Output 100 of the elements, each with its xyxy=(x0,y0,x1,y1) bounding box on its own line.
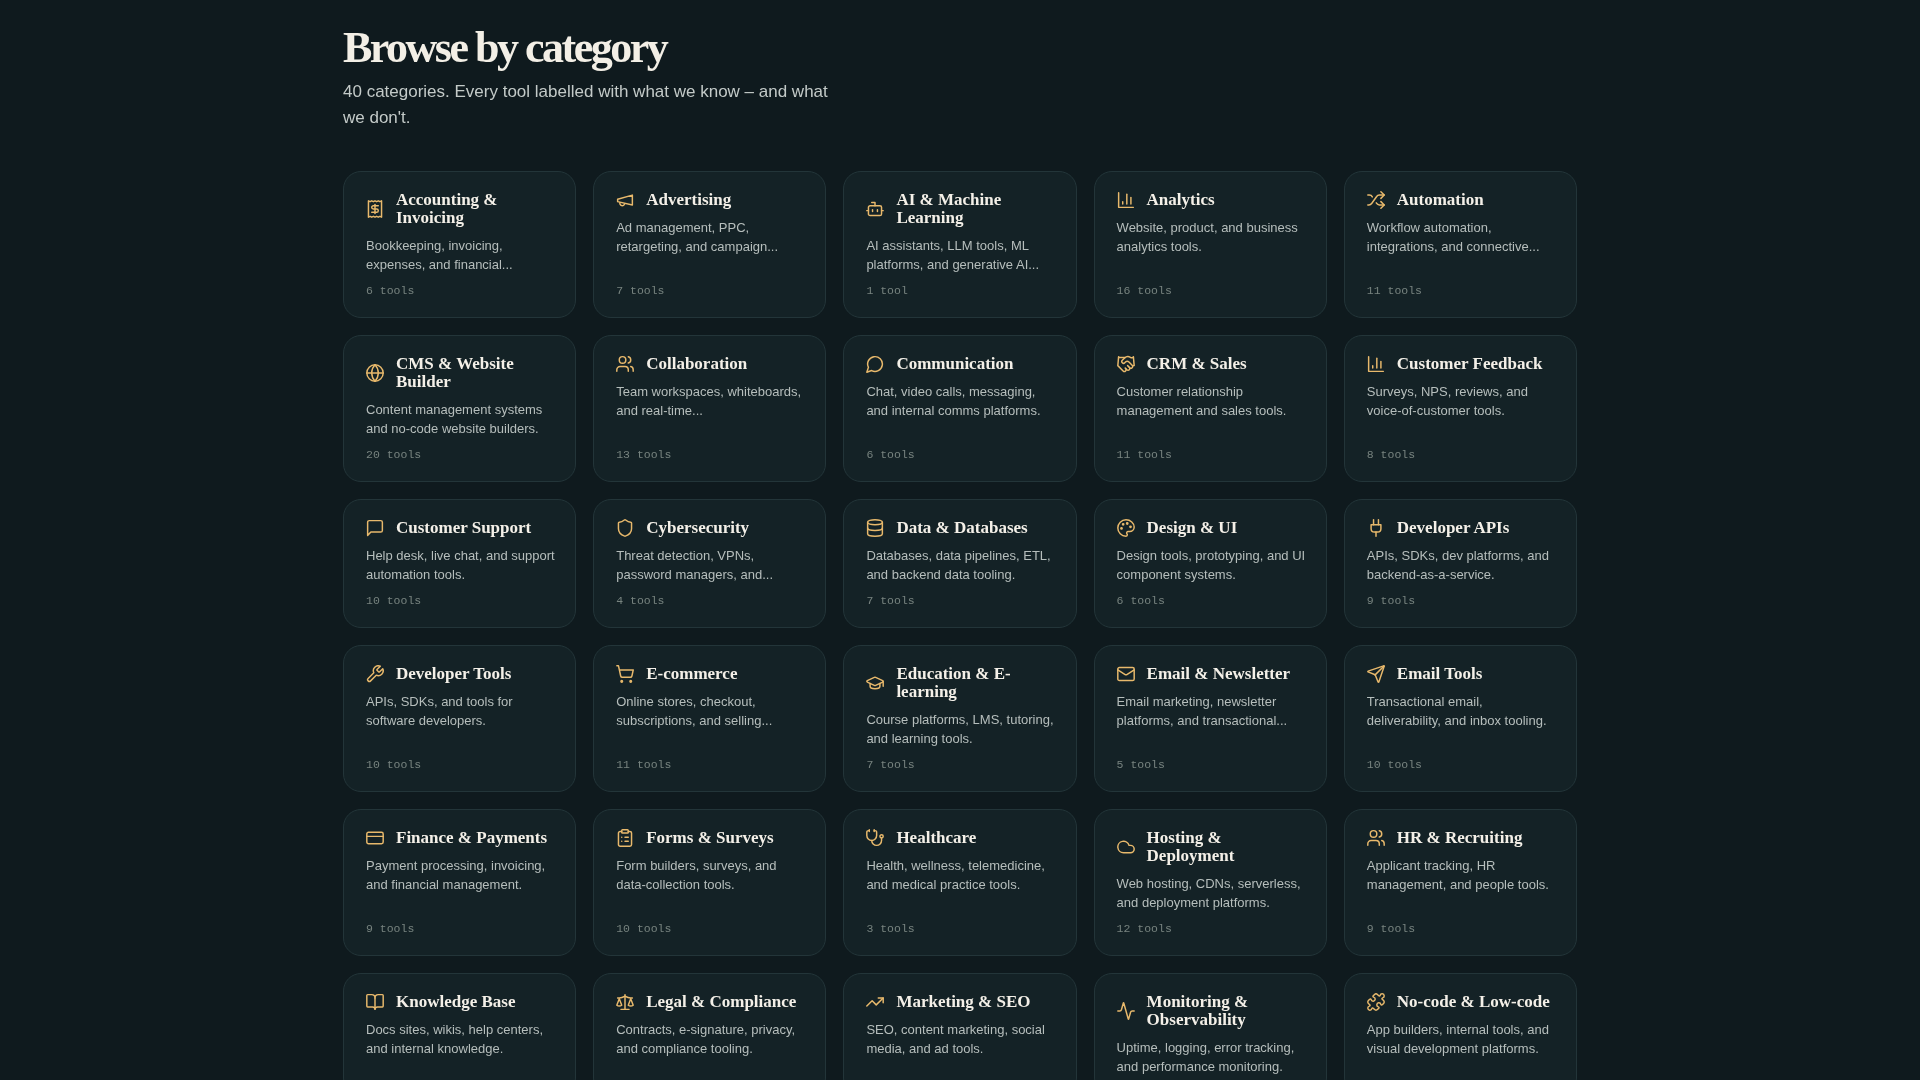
category-title: Email & Newsletter xyxy=(1146,665,1291,683)
category-card[interactable]: CMS & Website Builder Content management systems and no-code website builders. 20 tools xyxy=(343,335,577,482)
cloud-icon xyxy=(1116,838,1135,856)
shuffle-icon xyxy=(1366,191,1385,209)
tool-count: 1 tool xyxy=(866,283,908,298)
category-card[interactable]: Developer Tools APIs, SDKs, and tools for software developers. 10 tools xyxy=(343,645,577,792)
tool-count: 8 tools xyxy=(1366,447,1416,462)
category-card[interactable]: Analytics Website, product, and business analytics tools. 16 tools xyxy=(1093,171,1327,318)
category-title: No-code & Low-code xyxy=(1396,993,1550,1011)
category-card[interactable]: Automation Workflow automation, integrations, and connective... 11 tools xyxy=(1343,171,1577,318)
category-title: Legal & Compliance xyxy=(646,993,797,1011)
database-icon xyxy=(866,519,885,537)
category-title: Hosting & Deployment xyxy=(1146,829,1236,865)
category-description: APIs, SDKs, and tools for software developers. xyxy=(366,693,514,730)
palette-icon xyxy=(1116,519,1135,537)
tool-count: 6 tools xyxy=(866,447,915,462)
robot-icon xyxy=(866,200,885,218)
category-card[interactable]: Hosting & Deployment Web hosting, CDNs, serverless, and deployment platforms. 12 tools xyxy=(1093,809,1327,956)
category-card[interactable]: Data & Databases Databases, data pipelines, ETL, and backend data tooling. 7 tools xyxy=(843,499,1077,628)
category-title: Analytics xyxy=(1146,191,1215,209)
category-description: Website, product, and business analytics tools. xyxy=(1116,219,1299,256)
tool-count: 10 tools xyxy=(366,757,422,772)
category-card[interactable]: Email & Newsletter Email marketing, newsletter platforms, and transactional... 5 tools xyxy=(1093,645,1327,792)
scales-icon xyxy=(616,993,635,1011)
category-card[interactable]: Advertising Ad management, PPC, retargeting, and campaign... 7 tools xyxy=(593,171,827,318)
category-title: CRM & Sales xyxy=(1146,355,1247,373)
tool-count: 3 tools xyxy=(866,921,915,936)
tool-count: 11 tools xyxy=(1116,447,1172,462)
category-description: Help desk, live chat, and support automation tools. xyxy=(366,547,556,584)
category-card[interactable]: CRM & Sales Customer relationship management and sales tools. 11 tools xyxy=(1093,335,1327,482)
category-title: Customer Feedback xyxy=(1396,355,1543,373)
category-card[interactable]: Legal & Compliance Contracts, e-signature, privacy, and compliance tooling. xyxy=(593,973,827,1080)
shield-icon xyxy=(616,519,635,537)
speech-bubble-icon xyxy=(866,355,885,373)
category-description: Design tools, prototyping, and UI component systems. xyxy=(1116,547,1307,584)
receipt-icon xyxy=(366,200,384,218)
category-card[interactable]: Finance & Payments Payment processing, invoicing, and financial management. 9 tools xyxy=(343,809,577,956)
tool-count: 9 tools xyxy=(366,921,415,936)
category-title: Knowledge Base xyxy=(396,993,516,1011)
category-card[interactable]: HR & Recruiting Applicant tracking, HR management, and people tools. 9 tools xyxy=(1343,809,1577,956)
page-subtitle: 40 categories. Every tool labelled with what we know – and what we don't. xyxy=(343,81,829,129)
category-card[interactable]: Forms & Surveys Form builders, surveys, and data-collection tools. 10 tools xyxy=(593,809,827,956)
category-description: SEO, content marketing, social media, and ad tools. xyxy=(866,1021,1046,1058)
shopping-cart-icon xyxy=(616,665,635,683)
handshake-icon xyxy=(1116,355,1135,373)
category-description: Team workspaces, whiteboards, and real-time... xyxy=(616,383,803,420)
credit-card-icon xyxy=(366,829,384,847)
category-description: Web hosting, CDNs, serverless, and deployment platforms. xyxy=(1116,875,1302,912)
category-card[interactable]: Accounting & Invoicing Bookkeeping, invoicing, expenses, and financial... 6 tools xyxy=(343,171,577,318)
envelope-icon xyxy=(1116,665,1135,683)
tool-count: 6 tools xyxy=(1116,593,1165,608)
category-card[interactable]: AI & Machine Learning AI assistants, LLM tools, ML platforms, and generative AI... 1 tool xyxy=(843,171,1077,318)
category-description: Health, wellness, telemedicine, and medical practice tools. xyxy=(866,857,1046,894)
category-card[interactable]: Customer Support Help desk, live chat, and support automation tools. 10 tools xyxy=(343,499,577,628)
pulse-line-icon xyxy=(1116,1002,1135,1020)
category-card[interactable]: Communication Chat, video calls, messaging, and internal comms platforms. 6 tools xyxy=(843,335,1077,482)
tool-count: 10 tools xyxy=(366,593,422,608)
bar-chart-icon xyxy=(1366,355,1385,373)
category-card[interactable]: Collaboration Team workspaces, whiteboards, and real-time... 13 tools xyxy=(593,335,827,482)
category-card[interactable]: Email Tools Transactional email, deliverability, and inbox tooling. 10 tools xyxy=(1343,645,1577,792)
tool-count: 7 tools xyxy=(616,283,665,298)
category-title: Finance & Payments xyxy=(396,829,548,847)
category-card[interactable]: Knowledge Base Docs sites, wikis, help centers, and internal knowledge. xyxy=(343,973,577,1080)
category-description: Surveys, NPS, reviews, and voice-of-customer tools. xyxy=(1366,383,1529,420)
category-title: Design & UI xyxy=(1146,519,1238,537)
category-card[interactable]: Developer APIs APIs, SDKs, dev platforms, and backend-as-a-service. 9 tools xyxy=(1343,499,1577,628)
category-card[interactable]: Monitoring & Observability Uptime, logging, error tracking, and performance monitoring. xyxy=(1093,973,1327,1080)
category-description: AI assistants, LLM tools, ML platforms, and generative AI... xyxy=(866,237,1041,274)
tool-count: 11 tools xyxy=(1366,283,1422,298)
category-description: Ad management, PPC, retargeting, and campaign... xyxy=(616,219,780,256)
category-description: Applicant tracking, HR management, and people tools. xyxy=(1366,857,1550,894)
tool-count: 11 tools xyxy=(616,757,672,772)
category-description: Uptime, logging, error tracking, and performance monitoring. xyxy=(1116,1039,1296,1076)
category-description: Content management systems and no-code website builders. xyxy=(366,401,544,438)
category-card[interactable]: Design & UI Design tools, prototyping, and UI component systems. 6 tools xyxy=(1093,499,1327,628)
users-icon xyxy=(616,355,635,373)
tool-count: 16 tools xyxy=(1116,283,1172,298)
category-card[interactable]: No-code & Low-code App builders, internal tools, and visual development platforms. xyxy=(1343,973,1577,1080)
tool-count: 10 tools xyxy=(616,921,672,936)
stethoscope-icon xyxy=(866,829,885,847)
category-card[interactable]: Education & E-learning Course platforms, LMS, tutoring, and learning tools. 7 tools xyxy=(843,645,1077,792)
category-title: Collaboration xyxy=(646,355,748,373)
category-title: Email Tools xyxy=(1396,665,1483,683)
category-title: AI & Machine Learning xyxy=(896,191,1003,227)
category-title: Healthcare xyxy=(896,829,977,847)
tool-count: 6 tools xyxy=(366,283,415,298)
category-description: Online stores, checkout, subscriptions, and selling... xyxy=(616,693,774,730)
category-card[interactable]: Customer Feedback Surveys, NPS, reviews, and voice-of-customer tools. 8 tools xyxy=(1343,335,1577,482)
category-card[interactable]: Marketing & SEO SEO, content marketing, social media, and ad tools. xyxy=(843,973,1077,1080)
tool-count: 7 tools xyxy=(866,593,915,608)
category-title: Communication xyxy=(896,355,1014,373)
wrench-icon xyxy=(366,665,384,683)
category-card[interactable]: Cybersecurity Threat detection, VPNs, password managers, and... 4 tools xyxy=(593,499,827,628)
category-description: Workflow automation, integrations, and connective... xyxy=(1366,219,1541,256)
category-description: App builders, internal tools, and visual development platforms. xyxy=(1366,1021,1550,1058)
megaphone-icon xyxy=(616,191,635,209)
category-card[interactable]: E-commerce Online stores, checkout, subscriptions, and selling... 11 tools xyxy=(593,645,827,792)
paper-plane-icon xyxy=(1366,665,1385,683)
tool-count: 13 tools xyxy=(616,447,672,462)
category-card[interactable]: Healthcare Health, wellness, telemedicine, and medical practice tools. 3 tools xyxy=(843,809,1077,956)
